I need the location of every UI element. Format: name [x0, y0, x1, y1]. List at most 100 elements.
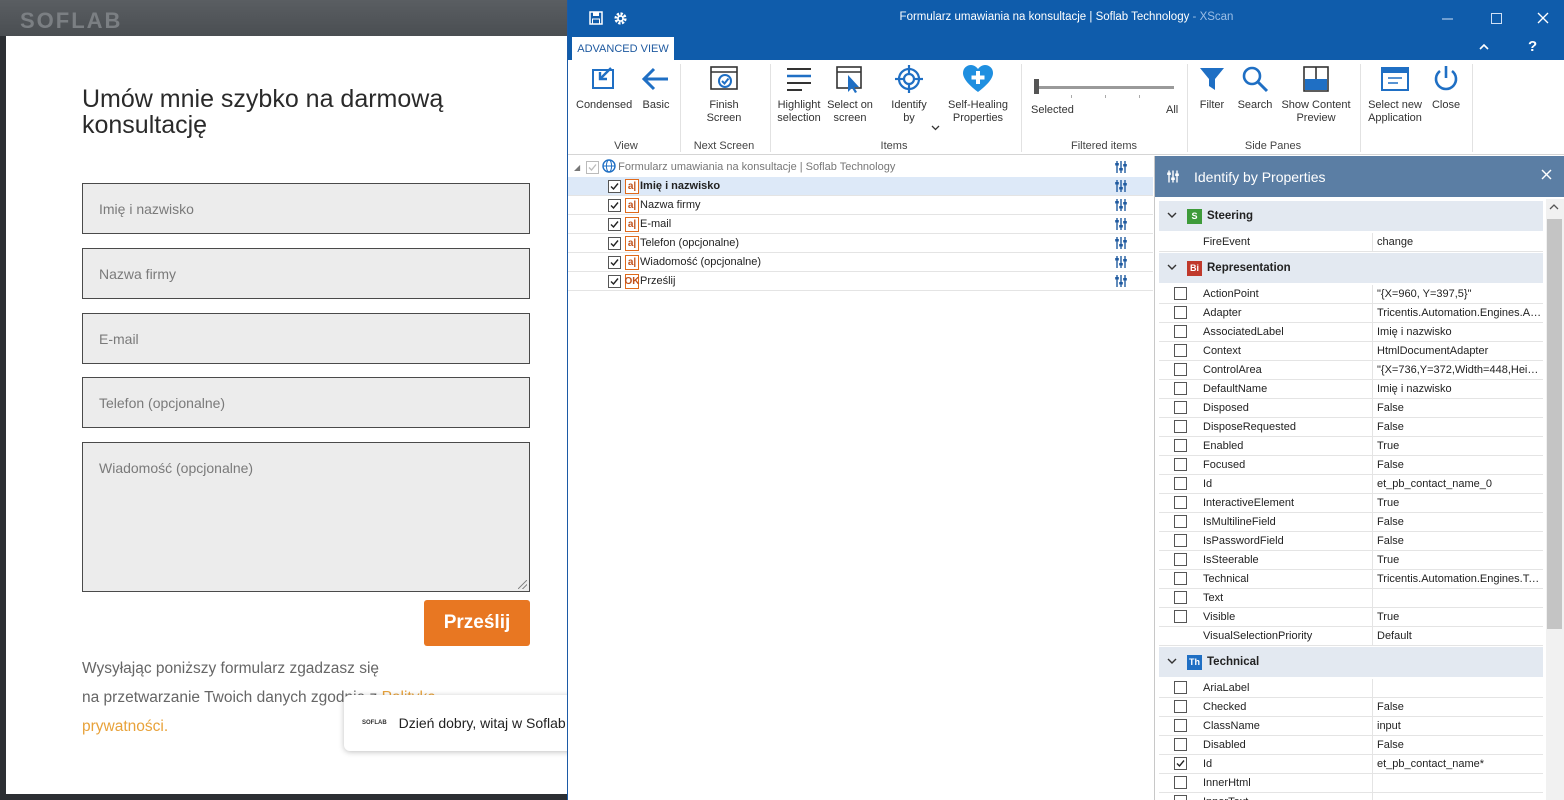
property-checkbox[interactable] [1174, 757, 1187, 770]
property-checkbox[interactable] [1174, 553, 1187, 566]
property-checkbox[interactable] [1174, 700, 1187, 713]
property-checkbox[interactable] [1174, 439, 1187, 452]
property-checkbox[interactable] [1174, 325, 1187, 338]
tree-root[interactable]: ◢ Formularz umawiania na konsultacje | S… [574, 158, 1153, 176]
property-value[interactable]: Tricentis.Automation.Engines.Adapters.Ht… [1372, 304, 1543, 323]
select-new-application-button[interactable]: Select new Application [1364, 64, 1426, 125]
property-value[interactable] [1372, 774, 1543, 793]
property-row[interactable]: AriaLabel [1159, 679, 1543, 698]
collapse-triangle-icon[interactable]: ◢ [574, 163, 580, 172]
property-value[interactable]: False [1372, 532, 1543, 551]
property-row[interactable]: Focused False [1159, 456, 1543, 475]
highlight-selection-button[interactable]: Highlight selection [774, 64, 824, 125]
property-row[interactable]: Adapter Tricentis.Automation.Engines.Adap… [1159, 304, 1543, 323]
property-row[interactable]: DisposeRequested False [1159, 418, 1543, 437]
tune-icon[interactable] [1114, 274, 1128, 291]
close-pane-icon[interactable] [1541, 167, 1552, 185]
chat-widget[interactable]: SOFLAB Dzień dobry, witaj w Soflab [344, 695, 574, 751]
property-row[interactable]: Context HtmlDocumentAdapter [1159, 342, 1543, 361]
property-checkbox[interactable] [1174, 420, 1187, 433]
property-checkbox[interactable] [1174, 795, 1187, 800]
collapse-ribbon-icon[interactable] [1478, 40, 1490, 55]
message-textarea[interactable]: Wiadomość (opcjonalne) [82, 442, 530, 592]
basic-button[interactable]: Basic [636, 64, 676, 112]
property-row[interactable]: IsSteerable True [1159, 551, 1543, 570]
property-value[interactable]: True [1372, 551, 1543, 570]
tree-item-checkbox[interactable] [608, 179, 621, 193]
company-input[interactable]: Nazwa firmy [82, 248, 530, 299]
privacy-policy-link-2[interactable]: prywatności. [82, 718, 168, 735]
phone-input[interactable]: Telefon (opcjonalne) [82, 377, 530, 428]
property-checkbox[interactable] [1174, 776, 1187, 789]
search-button[interactable]: Search [1235, 64, 1275, 112]
property-value[interactable]: Tricentis.Automation.Engines.Technicals [1372, 570, 1543, 589]
property-category[interactable]: S Steering [1159, 201, 1543, 231]
property-row[interactable]: ActionPoint "{X=960, Y=397,5}" [1159, 285, 1543, 304]
filter-slider-thumb[interactable] [1034, 79, 1039, 94]
filter-slider-track[interactable] [1037, 86, 1174, 89]
scroll-up-icon[interactable] [1549, 202, 1559, 212]
property-value[interactable]: change [1372, 233, 1543, 252]
property-value[interactable]: HtmlDocumentAdapter [1372, 342, 1543, 361]
property-row[interactable]: IsPasswordField False [1159, 532, 1543, 551]
tab-advanced-view[interactable]: ADVANCED VIEW [572, 37, 674, 60]
property-row[interactable]: InteractiveElement True [1159, 494, 1543, 513]
tree-item[interactable]: a| Imię i nazwisko [568, 177, 1153, 196]
tree-item[interactable]: a| Telefon (opcjonalne) [568, 234, 1153, 253]
identify-by-button[interactable]: Identify by [884, 64, 934, 125]
properties-scrollbar-thumb[interactable] [1547, 219, 1562, 629]
property-category[interactable]: Th Technical [1159, 647, 1543, 677]
chevron-down-icon[interactable] [931, 118, 940, 136]
property-value[interactable]: False [1372, 513, 1543, 532]
property-row[interactable]: InnerText [1159, 793, 1543, 800]
tree-item[interactable]: a| Nazwa firmy [568, 196, 1153, 215]
tune-icon[interactable] [1114, 255, 1128, 272]
tree-item[interactable]: OK Prześlij [568, 272, 1153, 291]
property-checkbox[interactable] [1174, 477, 1187, 490]
tune-icon[interactable] [1114, 217, 1128, 234]
property-value[interactable]: False [1372, 456, 1543, 475]
property-value[interactable]: input [1372, 717, 1543, 736]
tree-item-checkbox[interactable] [608, 274, 621, 288]
property-checkbox[interactable] [1174, 515, 1187, 528]
tune-icon[interactable] [1114, 160, 1128, 177]
condensed-button[interactable]: Condensed [576, 64, 632, 112]
maximize-icon[interactable] [1481, 8, 1511, 28]
tree-item-checkbox[interactable] [608, 217, 621, 231]
property-value[interactable] [1372, 793, 1543, 800]
property-checkbox[interactable] [1174, 306, 1187, 319]
property-row[interactable]: AssociatedLabel Imię i nazwisko [1159, 323, 1543, 342]
self-healing-properties-button[interactable]: Self-Healing Properties [942, 64, 1014, 125]
property-row[interactable]: ControlArea "{X=736,Y=372,Width=448,Heigh… [1159, 361, 1543, 380]
property-row[interactable]: DefaultName Imię i nazwisko [1159, 380, 1543, 399]
property-value[interactable]: True [1372, 608, 1543, 627]
property-value[interactable]: et_pb_contact_name_0 [1372, 475, 1543, 494]
property-checkbox[interactable] [1174, 534, 1187, 547]
tune-icon[interactable] [1114, 236, 1128, 253]
property-row[interactable]: IsMultilineField False [1159, 513, 1543, 532]
property-row[interactable]: Disabled False [1159, 736, 1543, 755]
property-checkbox[interactable] [1174, 287, 1187, 300]
email-input[interactable]: E-mail [82, 313, 530, 364]
property-checkbox[interactable] [1174, 572, 1187, 585]
property-value[interactable]: True [1372, 437, 1543, 456]
property-value[interactable]: Default [1372, 627, 1543, 646]
tree-item-checkbox[interactable] [608, 255, 621, 269]
property-row[interactable]: FireEvent change [1159, 233, 1543, 252]
submit-button[interactable]: Prześlij [424, 600, 530, 646]
property-row[interactable]: Visible True [1159, 608, 1543, 627]
property-checkbox[interactable] [1174, 610, 1187, 623]
close-window-icon[interactable] [1528, 8, 1558, 28]
chevron-down-icon[interactable] [1167, 210, 1177, 222]
property-row[interactable]: Checked False [1159, 698, 1543, 717]
property-row[interactable]: Id et_pb_contact_name* [1159, 755, 1543, 774]
filter-button[interactable]: Filter [1192, 64, 1232, 112]
property-row[interactable]: Disposed False [1159, 399, 1543, 418]
name-input[interactable]: Imię i nazwisko [82, 183, 530, 234]
select-on-screen-button[interactable]: Select on screen [826, 64, 874, 125]
property-value[interactable]: False [1372, 736, 1543, 755]
close-button[interactable]: Close [1428, 64, 1464, 112]
property-checkbox[interactable] [1174, 363, 1187, 376]
tune-icon[interactable] [1114, 198, 1128, 215]
resize-grip-icon[interactable] [518, 580, 527, 589]
